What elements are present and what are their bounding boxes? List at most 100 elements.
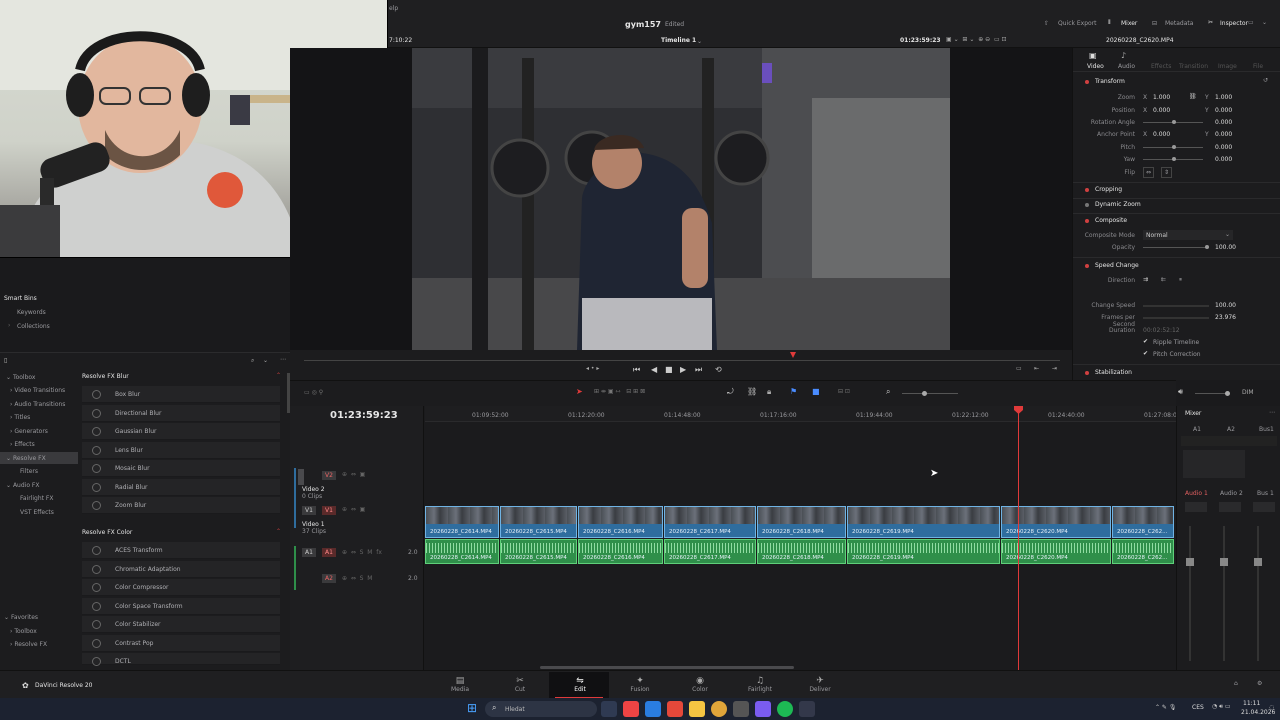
tree-audio-transitions[interactable]: › Audio Transitions bbox=[10, 401, 65, 408]
tab-effects[interactable]: Effects bbox=[1151, 63, 1171, 70]
flag-icon[interactable]: ⚑ bbox=[790, 387, 797, 396]
quick-export-icon[interactable]: ⇧ bbox=[1044, 20, 1049, 27]
duration-field[interactable]: 00:02:52:12 bbox=[1143, 327, 1180, 334]
lock-icon[interactable]: 🔒︎ bbox=[767, 387, 771, 397]
davinci-taskbar-icon[interactable] bbox=[799, 701, 815, 717]
page-fusion[interactable]: ✦ Fusion bbox=[610, 676, 670, 693]
v2-track-label[interactable]: V2 bbox=[322, 471, 336, 480]
play-icon[interactable]: ▶ bbox=[680, 365, 686, 374]
section-composite[interactable]: Composite bbox=[1095, 217, 1127, 224]
change-speed-field[interactable]: 100.00 bbox=[1215, 302, 1236, 309]
tab-file[interactable]: File bbox=[1253, 63, 1263, 70]
fx-box-blur[interactable]: Box Blur bbox=[82, 386, 280, 403]
video-clip[interactable]: 20260228_C262... bbox=[1112, 506, 1174, 538]
fx-color-stabilizer[interactable]: Color Stabilizer bbox=[82, 616, 280, 633]
mixer-pan-bus1[interactable] bbox=[1253, 502, 1275, 512]
jog-icon[interactable]: ◂ • ▸ bbox=[586, 365, 599, 372]
section-stabilization[interactable]: Stabilization bbox=[1095, 369, 1132, 376]
smart-bin-collections[interactable]: Collections bbox=[17, 323, 50, 330]
taskbar-app-icon[interactable] bbox=[733, 701, 749, 717]
audio-clip[interactable]: 20260228_C262... bbox=[1112, 539, 1174, 564]
a2-track-label[interactable]: A2 bbox=[322, 574, 336, 583]
language-indicator[interactable]: CES bbox=[1192, 704, 1204, 711]
taskbar-app-icon[interactable] bbox=[755, 701, 771, 717]
spotify-icon[interactable] bbox=[777, 701, 793, 717]
fps-field[interactable]: 23.976 bbox=[1215, 314, 1236, 321]
timeline-selector[interactable]: Timeline 1 bbox=[661, 37, 696, 44]
audio-clip[interactable]: 20260228_C2618.MP4 bbox=[757, 539, 846, 564]
v2-lock-strip[interactable] bbox=[298, 469, 304, 485]
page-media[interactable]: ▤ Media bbox=[430, 676, 490, 693]
video-clip[interactable]: 20260228_C2619.MP4 bbox=[847, 506, 1000, 538]
taskbar-search-box[interactable]: ⌕ Hledat bbox=[485, 701, 597, 717]
anchor-x-field[interactable]: 0.000 bbox=[1153, 131, 1170, 138]
edit-tool-icons[interactable]: ⊞ ⇹ ▣ ⇿ ⊟ ⊞ ⊠ bbox=[594, 388, 645, 395]
zoom-y-field[interactable]: 1.000 bbox=[1215, 94, 1232, 101]
viewer-options-icons[interactable]: ▣ ⌄ ⊞ ⌄ ⊕ ⊖ ▭ ⊡ bbox=[946, 36, 1007, 43]
inspector-button[interactable]: Inspector bbox=[1220, 20, 1248, 27]
video-clip[interactable]: 20260228_C2616.MP4 bbox=[578, 506, 663, 538]
mixer-eq-row[interactable] bbox=[1181, 436, 1277, 446]
collapse-group-icon[interactable]: ⌃ bbox=[276, 372, 281, 379]
tree-vst-effects[interactable]: VST Effects bbox=[20, 509, 54, 516]
tree-titles[interactable]: › Titles bbox=[10, 414, 30, 421]
task-view-icon[interactable] bbox=[601, 701, 617, 717]
timeline-chevron-icon[interactable]: ⌄ bbox=[697, 38, 702, 45]
position-y-field[interactable]: 0.000 bbox=[1215, 107, 1232, 114]
network-sound-icons[interactable]: ◔ 🔊︎ ▭ bbox=[1212, 703, 1231, 711]
audio-clip[interactable]: 20260228_C2615.MP4 bbox=[500, 539, 577, 564]
fx-directional-blur[interactable]: Directional Blur bbox=[82, 405, 280, 422]
marker-icon[interactable]: ■ bbox=[812, 387, 820, 396]
page-color[interactable]: ◉ Color bbox=[670, 676, 730, 693]
composite-mode-select[interactable]: Normal ⌄ bbox=[1143, 230, 1233, 240]
pitch-field[interactable]: 0.000 bbox=[1215, 144, 1232, 151]
direction-forward-icon[interactable]: ⇉ bbox=[1143, 276, 1148, 283]
speaker-icon[interactable]: 🔊︎ bbox=[1178, 387, 1183, 397]
selection-tool-icon[interactable]: ➤ bbox=[576, 387, 583, 396]
chrome-icon[interactable] bbox=[711, 701, 727, 717]
tab-audio[interactable]: Audio bbox=[1118, 63, 1135, 70]
mixer-pan-a2[interactable] bbox=[1219, 502, 1241, 512]
fx-color-compressor[interactable]: Color Compressor bbox=[82, 579, 280, 596]
fx-color-space-transform[interactable]: Color Space Transform bbox=[82, 598, 280, 615]
video-clip[interactable]: 20260228_C2618.MP4 bbox=[757, 506, 846, 538]
tab-transition[interactable]: Transition bbox=[1179, 63, 1208, 70]
fx-aces-transform[interactable]: ACES Transform bbox=[82, 542, 280, 559]
page-deliver[interactable]: ✈ Deliver bbox=[790, 676, 850, 693]
favorite-toolbox[interactable]: › Toolbox bbox=[10, 628, 37, 635]
expand-icon[interactable]: ⌄ bbox=[1262, 19, 1267, 26]
snapping-icon[interactable]: ⤾ bbox=[727, 387, 734, 397]
section-cropping[interactable]: Cropping bbox=[1095, 186, 1122, 193]
loop-icon[interactable]: ⟲ bbox=[715, 365, 722, 374]
skip-to-start-icon[interactable]: ⏮ bbox=[633, 365, 640, 375]
section-transform[interactable]: Transform bbox=[1095, 78, 1125, 85]
direction-reverse-icon[interactable]: ⇇ bbox=[1161, 276, 1166, 283]
fx-contrast-pop[interactable]: Contrast Pop bbox=[82, 635, 280, 652]
a1-track-controls[interactable]: ⊕ ⇔ S M fx bbox=[342, 549, 382, 556]
zoom-x-field[interactable]: 1.000 bbox=[1153, 94, 1170, 101]
page-fairlight[interactable]: ♫ Fairlight bbox=[730, 676, 790, 693]
stabilization-enabled-dot[interactable] bbox=[1085, 371, 1089, 375]
tree-video-transitions[interactable]: › Video Transitions bbox=[10, 387, 65, 394]
mixer-button[interactable]: Mixer bbox=[1121, 20, 1137, 27]
speed-change-enabled-dot[interactable] bbox=[1085, 264, 1089, 268]
search-icon[interactable]: ⌕ bbox=[251, 357, 254, 365]
fullscreen-icon[interactable]: ▭ bbox=[1016, 365, 1022, 372]
tree-resolve-fx[interactable]: ⌄ Resolve FX bbox=[6, 455, 46, 462]
timeline-scrollbar[interactable] bbox=[540, 666, 794, 669]
opacity-field[interactable]: 100.00 bbox=[1215, 244, 1236, 251]
viewer-frame[interactable] bbox=[412, 48, 950, 350]
fx-dctl[interactable]: DCTL bbox=[82, 653, 280, 666]
pitch-slider-knob[interactable] bbox=[1172, 145, 1176, 149]
smart-bin-keywords[interactable]: Keywords bbox=[17, 309, 46, 316]
fx-gaussian-blur[interactable]: Gaussian Blur bbox=[82, 423, 280, 440]
volume-slider-knob[interactable] bbox=[1225, 391, 1230, 396]
cropping-enabled-dot[interactable] bbox=[1085, 188, 1089, 192]
tree-generators[interactable]: › Generators bbox=[10, 428, 48, 435]
taskbar-app-icon[interactable] bbox=[667, 701, 683, 717]
tab-image[interactable]: Image bbox=[1218, 63, 1237, 70]
transform-enabled-dot[interactable] bbox=[1085, 80, 1089, 84]
audio-clip[interactable]: 20260228_C2616.MP4 bbox=[578, 539, 663, 564]
fader-a1[interactable] bbox=[1186, 558, 1194, 566]
flip-vertical-icon[interactable]: ⇕ bbox=[1161, 167, 1173, 178]
